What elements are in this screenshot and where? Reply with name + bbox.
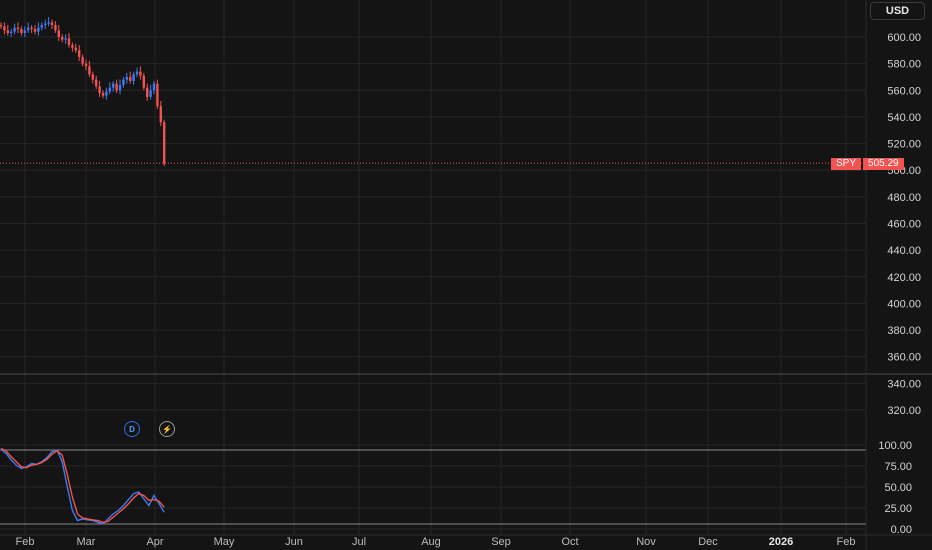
time-axis-label: Feb: [16, 536, 35, 548]
candle-body: [6, 30, 9, 34]
price-axis-label: 360.00: [887, 352, 921, 364]
candle-body: [71, 44, 74, 48]
candle-body: [105, 91, 108, 96]
price-tag-symbol: SPY: [831, 158, 862, 170]
candle-body: [47, 22, 50, 24]
time-axis-label: Apr: [146, 536, 163, 548]
price-axis-label: 600.00: [887, 32, 921, 44]
candle-body: [91, 74, 94, 80]
price-tag-value: 505.29: [863, 158, 904, 170]
oscillator-axis-label: 75.00: [884, 461, 912, 473]
time-axis-label: Oct: [561, 536, 578, 548]
candle-body: [74, 47, 77, 51]
candle-body: [108, 87, 111, 92]
candle-body: [122, 79, 125, 85]
candle-body: [88, 66, 91, 75]
last-price-tag: SPY 505.29: [831, 158, 904, 170]
oscillator-axis-label: 50.00: [884, 482, 912, 494]
price-axis-label: 460.00: [887, 219, 921, 231]
time-axis-label: Dec: [698, 536, 718, 548]
candle-body: [125, 76, 128, 80]
candle-body: [129, 76, 132, 81]
time-axis-label: May: [214, 536, 235, 548]
price-axis-label: 420.00: [887, 272, 921, 284]
time-axis-label: Feb: [837, 536, 856, 548]
candle-body: [156, 83, 159, 107]
time-axis-label: 2026: [769, 536, 793, 548]
price-axis-label: 520.00: [887, 139, 921, 151]
candle-body: [33, 29, 37, 32]
candle-body: [112, 83, 115, 88]
time-axis-label: Nov: [636, 536, 656, 548]
candle-body: [135, 71, 139, 75]
price-axis-label: 540.00: [887, 112, 921, 124]
candle-body: [163, 122, 166, 164]
candle-body: [142, 75, 145, 88]
price-axis-label: 480.00: [887, 192, 921, 204]
candle-body: [44, 23, 47, 26]
price-axis-label: 560.00: [887, 85, 921, 97]
oscillator-axis-label: 0.00: [891, 524, 912, 536]
oscillator-axis-label: 100.00: [878, 440, 912, 452]
candle-body: [20, 29, 23, 34]
candle-body: [84, 63, 88, 67]
candle-body: [101, 92, 105, 96]
candle-body: [95, 79, 98, 87]
candle-body: [13, 27, 16, 32]
candle-body: [139, 71, 142, 76]
candle-body: [40, 25, 43, 28]
price-axis-label: 320.00: [887, 405, 921, 417]
time-axis-label: Jul: [352, 536, 366, 548]
price-axis-label: 440.00: [887, 245, 921, 257]
candle-body: [30, 27, 33, 30]
time-axis-label: Mar: [77, 536, 96, 548]
candle-body: [78, 50, 81, 57]
time-axis-label: Jun: [285, 536, 303, 548]
candle-body: [81, 56, 84, 64]
candle-body: [37, 27, 40, 32]
currency-selector-button[interactable]: USD: [870, 2, 925, 20]
candle-body: [132, 74, 135, 81]
price-chart[interactable]: 600.00580.00560.00540.00520.00500.00480.…: [0, 0, 932, 550]
candle-body: [98, 86, 101, 93]
candle-body: [57, 30, 60, 37]
candle-body: [149, 90, 152, 97]
candle-body: [50, 22, 54, 26]
candle-body: [27, 27, 30, 31]
candle-body: [54, 25, 57, 31]
earnings-marker-icon[interactable]: ⚡: [159, 421, 175, 437]
candle-body: [23, 30, 26, 34]
price-axis-label: 400.00: [887, 298, 921, 310]
candle-body: [146, 87, 149, 97]
dividend-marker-icon[interactable]: D: [124, 421, 140, 437]
candle-body: [67, 38, 71, 45]
price-axis-label: 580.00: [887, 59, 921, 71]
candle-body: [61, 37, 64, 40]
candle-body: [0, 25, 3, 27]
price-axis-label: 340.00: [887, 378, 921, 390]
candle-body: [64, 38, 67, 40]
candle-body: [118, 84, 122, 91]
candle-body: [16, 27, 20, 30]
candle-body: [10, 31, 13, 34]
time-axis-label: Aug: [421, 536, 441, 548]
price-axis-label: 380.00: [887, 325, 921, 337]
time-axis-label: Sep: [491, 536, 511, 548]
oscillator-axis-label: 25.00: [884, 503, 912, 515]
candle-body: [159, 106, 162, 123]
candle-body: [115, 83, 118, 91]
candle-body: [3, 26, 6, 31]
candle-body: [152, 83, 156, 91]
